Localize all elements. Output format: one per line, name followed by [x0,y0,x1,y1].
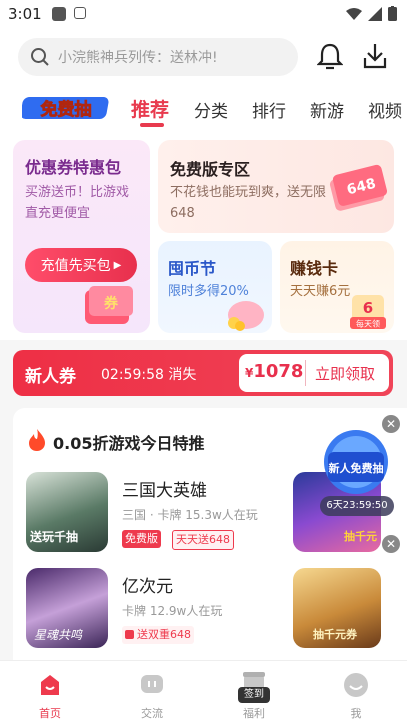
newbie-coupon-countdown: 02:59:58 消失 [101,367,197,383]
deals-title: 0.05折游戏今日特推 [53,434,205,453]
tab-new-games[interactable]: 新游 [310,97,344,122]
active-tab-indicator [140,123,164,127]
tab-ranking[interactable]: 排行 [252,97,286,122]
free-draw-logo[interactable]: 免费抽 [22,94,112,122]
app-notification-icon [52,7,66,21]
svg-text:每天领: 每天领 [356,319,380,329]
svg-text:6: 6 [363,299,373,317]
search-placeholder: 小浣熊神兵列传：送林冲! [58,50,218,66]
a-notification-icon [74,7,86,19]
coupon-pack-subtitle: 买游送币！比游戏直充更便宜 [25,185,130,221]
svg-text:免费抽: 免费抽 [41,99,92,120]
free-zone-title: 免费版专区 [170,160,251,179]
game-item[interactable]: 送玩千抽 三国大英雄 三国 · 卡牌 15.3w人在玩 免费版 天天送648 [26,472,286,554]
wifi-icon [346,7,362,20]
game-meta: 卡牌 12.9w人在玩 [122,604,223,618]
free-zone-subtitle: 不花钱也能玩到爽，送无限648 [170,185,327,221]
daily-648-tag: 天天送648 [172,530,234,550]
tab-video[interactable]: 视频 [368,97,402,122]
game-thumbnail[interactable]: 星魂共鸣 [26,568,108,648]
coupon-gift-icon: 券 [85,286,133,324]
home-icon [41,675,59,695]
svg-text:新人免费抽: 新人免费抽 [329,461,384,475]
nav-home-label: 首页 [39,707,61,720]
coupon-divider [305,360,306,386]
fire-icon [29,429,45,451]
header: 小浣熊神兵列传：送林冲! [0,30,407,90]
double-648-tag: 送双重648 [122,626,194,644]
earn-card-title: 赚钱卡 [290,259,339,278]
status-time: 3:01 [8,5,42,23]
close-badge-icon[interactable]: ✕ [382,415,400,433]
buy-pack-button[interactable]: 充值先买包 ▶ [25,248,137,282]
game-item[interactable]: 星魂共鸣 亿次元 卡牌 12.9w人在玩 送双重648 [26,568,286,650]
free-draw-timer: 6天23:59:50 [320,496,394,516]
download-icon[interactable] [362,42,388,70]
coin-festival-card[interactable]: 囤币节 限时多得20% [158,241,272,333]
status-bar: 3:01 [0,0,407,30]
search-icon [31,48,49,66]
earn-card-subtitle: 天天赚6元 [290,284,351,299]
newbie-coupon-bar[interactable]: 新人券 02:59:58 消失 ¥1078 立即领取 [13,350,393,396]
piggy-bank-icon [228,301,264,331]
free-zone-card[interactable]: 免费版专区 不花钱也能玩到爽，送无限648 648 [158,140,394,233]
close-icon[interactable]: ✕ [382,535,400,553]
floating-free-draw-badge[interactable]: 新人免费抽 6天23:59:50 [318,428,394,520]
game-name: 三国大英雄 [122,481,207,501]
search-bar[interactable]: 小浣熊神兵列传：送林冲! [18,38,298,76]
nav-community[interactable]: 交流 [122,661,182,726]
coupon-pack-card[interactable]: 优惠券特惠包 买游送币！比游戏直充更便宜 充值先买包 ▶ 券 [13,140,150,333]
arrow-right-icon: ▶ [113,259,122,271]
battery-icon [388,6,397,21]
tab-category[interactable]: 分类 [194,97,228,122]
coin-festival-title: 囤币节 [168,259,217,278]
coupon-amount: ¥1078 [245,361,304,382]
game-thumbnail[interactable]: 送玩千抽 [26,472,108,552]
gift-icon [125,630,134,639]
nav-me[interactable]: 我 [326,661,386,726]
free-version-tag: 免费版 [122,530,161,548]
profile-face-icon [344,673,368,697]
tab-recommend[interactable]: 推荐 [131,95,169,122]
coupon-pack-title: 优惠券特惠包 [25,158,122,177]
earn-badge-icon: 6 每天领 [350,295,386,329]
category-tabs: 免费抽 推荐 分类 排行 新游 视频 [0,90,407,130]
side-game-thumbnail[interactable]: 抽千元券 [293,568,381,648]
svg-text:券: 券 [104,295,119,312]
coupon-claim-box[interactable]: ¥1078 立即领取 [239,354,389,392]
chat-icon [141,675,163,693]
signal-icon [368,6,382,21]
nav-welfare-label: 福利 [243,707,265,720]
promo-section: 优惠券特惠包 买游送币！比游戏直充更便宜 充值先买包 ▶ 券 免费版专区 不花钱… [0,130,407,340]
bottom-nav: 首页 交流 签到 福利 我 [0,660,407,726]
free-draw-badge-art: 新人免费抽 [324,430,388,494]
nav-home[interactable]: 首页 [20,661,80,726]
free-ticket-icon: 648 [329,164,388,211]
bell-icon[interactable] [317,42,343,70]
nav-community-label: 交流 [141,707,163,720]
nav-me-label: 我 [350,707,362,720]
newbie-coupon-label: 新人券 [25,367,76,387]
game-meta: 三国 · 卡牌 15.3w人在玩 [122,508,258,522]
game-name: 亿次元 [122,577,173,597]
claim-now-button[interactable]: 立即领取 [315,363,375,384]
checkin-badge: 签到 [238,687,270,703]
status-icons [346,6,397,21]
nav-welfare[interactable]: 签到 福利 [224,661,284,726]
earn-card[interactable]: 赚钱卡 天天赚6元 6 每天领 [280,241,394,333]
